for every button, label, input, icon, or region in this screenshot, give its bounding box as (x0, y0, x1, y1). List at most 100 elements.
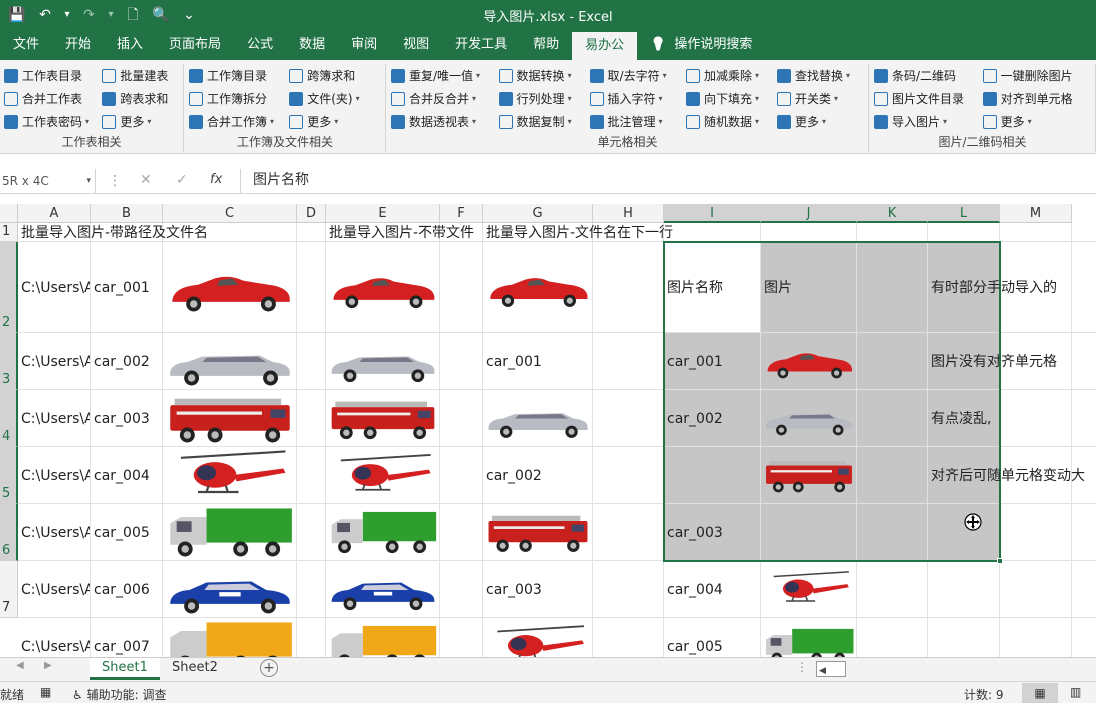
sheet-tab-0[interactable]: Sheet1 (90, 658, 160, 680)
fire-truck-icon[interactable] (328, 396, 438, 442)
cell-L3[interactable]: 图片没有对齐单元格 (931, 353, 1057, 371)
ribbon-button-0-0-1[interactable]: 批量建表 (102, 67, 173, 84)
fire-truck-icon[interactable] (166, 392, 294, 446)
red-convertible-icon[interactable] (485, 265, 591, 310)
row-header[interactable]: 6 (0, 504, 18, 561)
ribbon-button-2-1-1[interactable]: 行列处理 ▾ (498, 90, 580, 107)
ribbon-button-2-0-2[interactable]: 取/去字符 ▾ (589, 67, 677, 84)
ribbon-button-2-2-3[interactable]: 随机数据 ▾ (686, 113, 767, 130)
cell-G7[interactable]: car_003 (486, 581, 542, 599)
ribbon-button-2-0-1[interactable]: 数据转换 ▾ (498, 67, 580, 84)
ribbon-button-2-2-4[interactable]: 更多 ▾ (777, 113, 858, 130)
cell-B6[interactable]: car_005 (94, 524, 150, 542)
column-header[interactable]: F (440, 204, 483, 223)
ribbon-button-1-1-1[interactable]: 文件(夹) ▾ (289, 90, 375, 107)
silver-limousine-icon[interactable] (328, 339, 438, 385)
cell-G5[interactable]: car_002 (486, 467, 542, 485)
ribbon-button-2-2-0[interactable]: 数据透视表 ▾ (391, 113, 489, 130)
normal-view-icon[interactable]: ▦ (1022, 683, 1058, 703)
column-header[interactable]: J (761, 204, 857, 223)
green-truck-icon[interactable] (328, 510, 438, 556)
cell-B2[interactable]: car_001 (94, 279, 150, 297)
ribbon-button-1-2-1[interactable]: 更多 ▾ (289, 113, 375, 130)
tab-5[interactable]: 数据 (286, 30, 338, 60)
formula-input[interactable]: 图片名称 (240, 169, 1096, 193)
column-header[interactable]: B (91, 204, 163, 223)
accessibility-status[interactable]: ♿ 辅助功能: 调查 (72, 686, 166, 703)
formula-bar-grip-icon[interactable]: ⋮ (108, 173, 122, 189)
ribbon-button-0-0-0[interactable]: 工作表目录 (4, 67, 92, 84)
ribbon-button-0-1-1[interactable]: 跨表求和 (102, 90, 173, 107)
cell-B7[interactable]: car_006 (94, 581, 150, 599)
ribbon-button-2-1-3[interactable]: 向下填充 ▾ (686, 90, 767, 107)
column-header[interactable]: E (326, 204, 440, 223)
cell-B4[interactable]: car_003 (94, 410, 150, 428)
macro-record-icon[interactable]: ▦ (40, 685, 51, 699)
select-all-corner[interactable] (0, 204, 18, 223)
ribbon-button-0-2-1[interactable]: 更多 ▾ (102, 113, 173, 130)
cell-L5[interactable]: 对齐后可随单元格变动大 (931, 467, 1096, 485)
ribbon-button-0-1-0[interactable]: 合并工作表 (4, 90, 92, 107)
scroll-left-icon[interactable]: ◀ (817, 666, 826, 676)
cell-E1[interactable]: 批量导入图片-不带文件 (329, 224, 482, 242)
cancel-icon[interactable]: ✕ (140, 172, 152, 188)
red-convertible-icon[interactable] (328, 265, 438, 311)
helicopter-icon[interactable] (166, 449, 294, 503)
tab-4[interactable]: 公式 (234, 30, 286, 60)
cell-A2[interactable]: C:\Users\A (21, 279, 90, 297)
cell-I7[interactable]: car_004 (667, 581, 723, 599)
cell-I2[interactable]: 图片名称 (667, 279, 723, 297)
ribbon-button-3-1-0[interactable]: 图片文件目录 (874, 90, 973, 107)
ribbon-button-2-0-4[interactable]: 查找替换 ▾ (777, 67, 858, 84)
tab-3[interactable]: 页面布局 (156, 30, 234, 60)
tab-6[interactable]: 审阅 (338, 30, 390, 60)
column-header[interactable]: H (593, 204, 664, 223)
ribbon-button-2-2-1[interactable]: 数据复制 ▾ (498, 113, 580, 130)
column-header[interactable]: I (664, 204, 761, 223)
tab-9[interactable]: 帮助 (520, 30, 572, 60)
column-header[interactable]: K (857, 204, 928, 223)
ribbon-button-2-0-3[interactable]: 加减乘除 ▾ (686, 67, 767, 84)
ribbon-button-2-1-2[interactable]: 插入字符 ▾ (589, 90, 677, 107)
column-header[interactable]: L (928, 204, 1000, 223)
name-box[interactable]: 5R x 4C ▾ (0, 169, 96, 193)
helicopter-icon[interactable] (763, 570, 855, 609)
tab-8[interactable]: 开发工具 (442, 30, 520, 60)
cell-A8[interactable]: C:\Users\A (21, 638, 90, 656)
ribbon-button-2-1-4[interactable]: 开关类 ▾ (777, 90, 858, 107)
ribbon-button-1-2-0[interactable]: 合并工作簿 ▾ (189, 113, 279, 130)
ribbon-button-2-0-0[interactable]: 重复/唯一值 ▾ (391, 67, 489, 84)
cell-A6[interactable]: C:\Users\A (21, 524, 90, 542)
yellow-truck-icon[interactable] (328, 624, 438, 658)
row-header[interactable]: 3 (0, 333, 18, 390)
helicopter-icon[interactable] (328, 453, 438, 499)
police-car-icon[interactable] (166, 563, 294, 617)
silver-limousine-icon[interactable] (763, 399, 855, 438)
horizontal-scrollbar[interactable]: ◀ (816, 661, 846, 677)
fire-truck-icon[interactable] (763, 456, 855, 495)
row-header[interactable]: 4 (0, 390, 18, 447)
cell-A4[interactable]: C:\Users\A (21, 410, 90, 428)
insert-function-icon[interactable]: fx (210, 172, 222, 187)
row-header[interactable]: 7 (0, 561, 18, 618)
cell-A5[interactable]: C:\Users\A (21, 467, 90, 485)
tab-1[interactable]: 开始 (52, 30, 104, 60)
cell-G3[interactable]: car_001 (486, 353, 542, 371)
ribbon-button-2-2-2[interactable]: 批注管理 ▾ (589, 113, 677, 130)
fire-truck-icon[interactable] (485, 510, 591, 555)
cell-A3[interactable]: C:\Users\A (21, 353, 90, 371)
name-box-dropdown-icon[interactable]: ▾ (86, 169, 91, 193)
column-header[interactable]: D (297, 204, 326, 223)
column-header[interactable]: G (483, 204, 593, 223)
row-header[interactable]: 2 (0, 242, 18, 333)
ribbon-button-1-1-0[interactable]: 工作簿拆分 (189, 90, 279, 107)
prev-sheet-icon[interactable]: ◀ (16, 660, 24, 671)
cell-J2[interactable]: 图片 (764, 279, 792, 297)
tab-11[interactable]: 💡 操作说明搜索 (637, 30, 765, 60)
cell-L2[interactable]: 有时部分手动导入的 (931, 279, 1057, 297)
tab-2[interactable]: 插入 (104, 30, 156, 60)
cell-A7[interactable]: C:\Users\A (21, 581, 90, 599)
column-header[interactable]: M (1000, 204, 1072, 223)
green-truck-icon[interactable] (763, 627, 855, 657)
ribbon-button-3-1-1[interactable]: 对齐到单元格 (982, 90, 1085, 107)
